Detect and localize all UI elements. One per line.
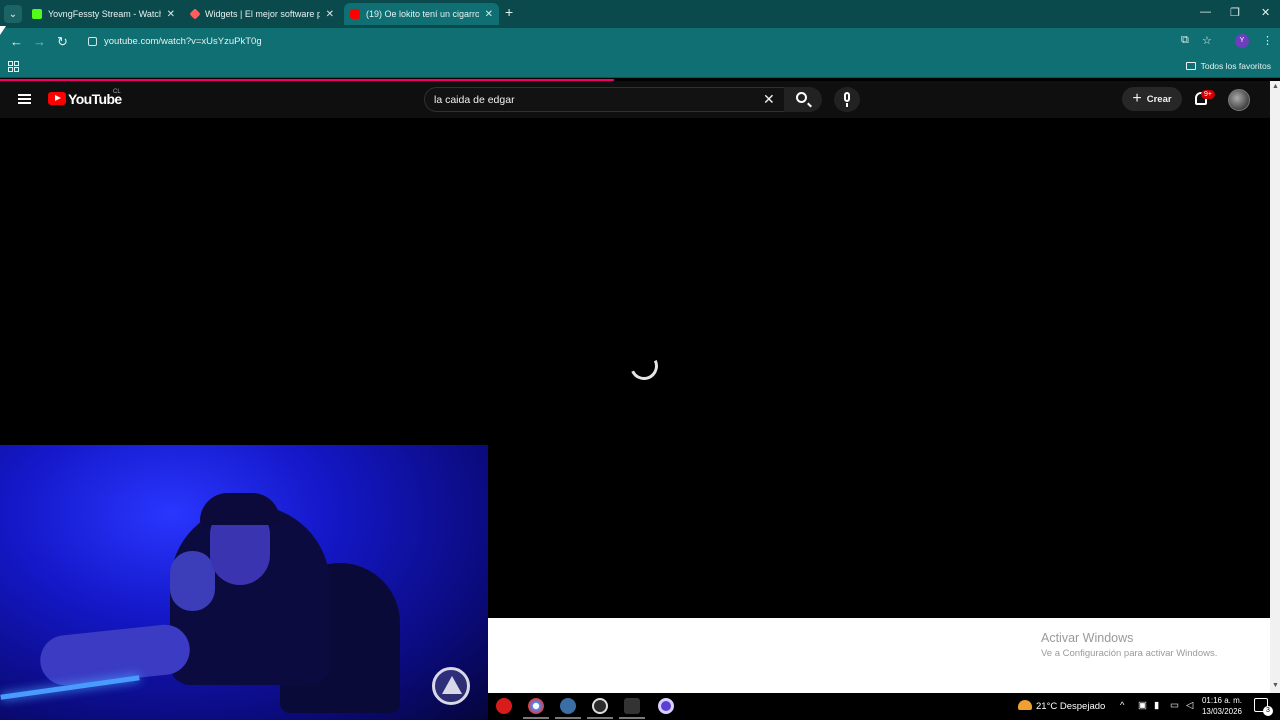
taskbar-clock[interactable]: 01:16 a. m. 13/03/2026 bbox=[1198, 695, 1246, 717]
mouse-cursor bbox=[0, 26, 6, 35]
tab-widgets[interactable]: Widgets | El mejor software para ✕ bbox=[185, 3, 340, 25]
chevron-up-icon[interactable]: ^ bbox=[1120, 700, 1124, 711]
close-icon[interactable]: ✕ bbox=[167, 9, 175, 20]
webcam-overlay bbox=[0, 445, 488, 720]
tab-kick-stream[interactable]: YovngFessty Stream - Watch Live ✕ bbox=[26, 3, 181, 25]
all-bookmarks-folder[interactable]: Todos los favoritos bbox=[1185, 61, 1271, 71]
clock-time: 01:16 a. m. bbox=[1201, 696, 1243, 705]
mic-tray-icon[interactable]: ▮ bbox=[1154, 700, 1159, 711]
site-info-icon[interactable] bbox=[88, 37, 97, 46]
tab-title: Widgets | El mejor software para bbox=[205, 9, 320, 19]
reload-icon[interactable]: ↻ bbox=[57, 34, 68, 50]
clear-search-icon[interactable]: ✕ bbox=[763, 91, 775, 108]
active-app-indicator bbox=[619, 717, 645, 719]
new-tab-button[interactable]: + bbox=[505, 4, 513, 20]
search-button[interactable] bbox=[784, 87, 822, 112]
youtube-logo-icon[interactable] bbox=[48, 92, 66, 105]
search-icon bbox=[796, 92, 807, 103]
profile-avatar[interactable]: Y bbox=[1235, 34, 1249, 48]
chrome-menu-icon[interactable]: ⋮ bbox=[1262, 34, 1273, 47]
tab-strip: ⌄ YovngFessty Stream - Watch Live ✕ Widg… bbox=[0, 0, 1280, 28]
chrome-icon[interactable] bbox=[528, 698, 544, 714]
restore-icon[interactable]: ❐ bbox=[1230, 6, 1240, 19]
loading-spinner-icon bbox=[626, 348, 662, 384]
page-scrollbar[interactable] bbox=[1270, 81, 1280, 693]
red-app-icon[interactable] bbox=[496, 698, 512, 714]
apps-grid-icon[interactable] bbox=[8, 61, 19, 72]
tab-title: (19) Oe lokito tení un cigarro? bbox=[366, 9, 479, 19]
url-text[interactable]: youtube.com/watch?v=xUsYzuPkT0g bbox=[104, 36, 262, 47]
webcam-cap bbox=[200, 493, 280, 525]
bookmarks-bar: Todos los favoritos bbox=[0, 56, 1280, 78]
close-icon[interactable]: ✕ bbox=[485, 9, 493, 20]
microphone-stand bbox=[846, 103, 848, 107]
plus-icon: + bbox=[1132, 90, 1142, 107]
tab-youtube-active[interactable]: (19) Oe lokito tení un cigarro? ✕ bbox=[344, 3, 499, 25]
active-app-indicator bbox=[523, 717, 549, 719]
dark-app-icon[interactable] bbox=[624, 698, 640, 714]
back-icon[interactable]: ← bbox=[10, 34, 23, 49]
webcam-person-head bbox=[170, 551, 215, 611]
windows-taskbar: 21°C Despejado ^ ▣ ▮ ▭ ◁ 01:16 a. m. 13/… bbox=[488, 693, 1280, 720]
toolbar: ← → ↻ youtube.com/watch?v=xUsYzuPkT0g ⧉ … bbox=[0, 28, 1280, 56]
notification-badge: 9+ bbox=[1201, 90, 1215, 99]
create-button[interactable]: + Crear bbox=[1122, 87, 1182, 111]
search-query[interactable]: la caida de edgar bbox=[434, 94, 515, 106]
stream-logo-icon bbox=[432, 667, 470, 705]
youtube-masthead: YouTube CL la caida de edgar ✕ + Crear 9… bbox=[0, 81, 1270, 118]
network-icon[interactable]: ▭ bbox=[1170, 700, 1179, 711]
youtube-tab-icon bbox=[350, 9, 360, 19]
bookmarks-folder-label: Todos los favoritos bbox=[1200, 61, 1271, 71]
weather-icon[interactable] bbox=[1018, 700, 1032, 710]
minimize-icon[interactable]: — bbox=[1200, 6, 1211, 18]
kick-icon bbox=[32, 9, 42, 19]
account-avatar[interactable] bbox=[1228, 89, 1250, 111]
tab-search-button[interactable]: ⌄ bbox=[4, 5, 22, 23]
hamburger-menu-icon[interactable] bbox=[18, 94, 31, 104]
steam-icon[interactable] bbox=[560, 698, 576, 714]
forward-icon[interactable]: → bbox=[33, 34, 46, 49]
tab-title: YovngFessty Stream - Watch Live bbox=[48, 9, 161, 19]
window-close-icon[interactable]: ✕ bbox=[1261, 6, 1270, 19]
device-icon[interactable]: ▣ bbox=[1138, 700, 1147, 711]
widgets-icon bbox=[189, 8, 201, 20]
activate-windows-subtitle: Ve a Configuración para activar Windows. bbox=[1041, 648, 1218, 659]
activate-windows-title: Activar Windows bbox=[1041, 631, 1134, 645]
voice-search-button[interactable] bbox=[834, 87, 860, 112]
bookmark-star-icon[interactable]: ☆ bbox=[1202, 34, 1212, 47]
microphone-icon bbox=[844, 92, 850, 102]
country-code: CL bbox=[113, 89, 121, 95]
create-label: Crear bbox=[1146, 93, 1172, 105]
notification-count: 3 bbox=[1263, 706, 1273, 716]
scroll-up-icon[interactable]: ▲ bbox=[1272, 83, 1279, 90]
install-app-icon[interactable]: ⧉ bbox=[1181, 34, 1189, 47]
search-input[interactable]: la caida de edgar ✕ bbox=[424, 87, 786, 112]
clock-date: 13/03/2026 bbox=[1201, 707, 1243, 716]
obs-icon[interactable] bbox=[592, 698, 608, 714]
active-app-indicator bbox=[555, 717, 581, 719]
close-icon[interactable]: ✕ bbox=[326, 9, 334, 20]
weather-text[interactable]: 21°C Despejado bbox=[1036, 701, 1105, 712]
volume-icon[interactable]: ◁ bbox=[1186, 700, 1193, 711]
active-app-indicator bbox=[587, 717, 613, 719]
circle-app-icon[interactable] bbox=[658, 698, 674, 714]
address-bar[interactable]: youtube.com/watch?v=xUsYzuPkT0g bbox=[80, 31, 1230, 53]
screen: ⌄ YovngFessty Stream - Watch Live ✕ Widg… bbox=[0, 0, 1280, 720]
folder-icon bbox=[1185, 62, 1196, 70]
scroll-down-icon[interactable]: ▼ bbox=[1272, 682, 1279, 689]
